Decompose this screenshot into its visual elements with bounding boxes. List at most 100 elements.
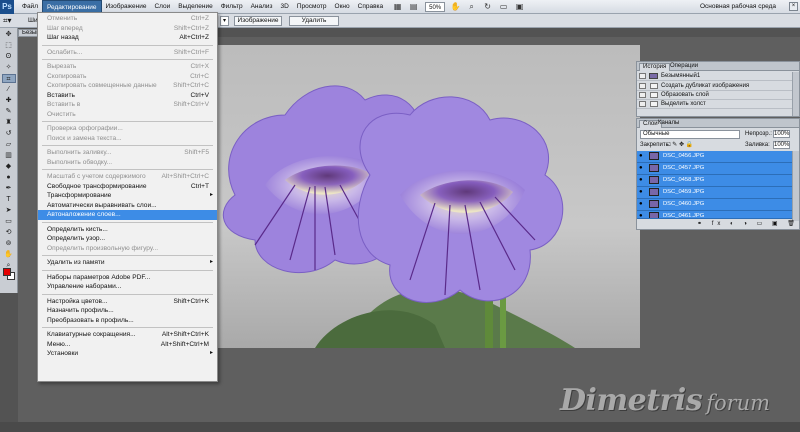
blend-mode-select[interactable]: Обычные: [640, 130, 740, 139]
edit-menu-item[interactable]: Свободное трансформирование Ctrl+T: [38, 182, 217, 192]
history-snapshot[interactable]: Безымянный1: [637, 72, 799, 81]
document-photo[interactable]: [195, 45, 640, 348]
edit-menu-item[interactable]: Скопировать Ctrl+C: [38, 72, 217, 82]
history-brush-tool-icon[interactable]: ↺: [2, 129, 16, 138]
history-state[interactable]: Создать дубликат изображения: [637, 82, 799, 91]
clone-stamp-tool-icon[interactable]: ♜: [2, 118, 16, 127]
3d-rotate-tool-icon[interactable]: ⟲: [2, 228, 16, 237]
clear-button[interactable]: Удалить: [289, 16, 339, 26]
edit-menu-item[interactable]: Очистить: [38, 110, 217, 120]
menu-analysis[interactable]: Анализ: [247, 0, 277, 14]
close-window-icon[interactable]: ×: [789, 2, 798, 11]
healing-brush-tool-icon[interactable]: ✚: [2, 96, 16, 105]
edit-menu-item[interactable]: Масштаб с учетом содержимого Alt+Shift+Ct…: [38, 172, 217, 182]
eye-icon[interactable]: ●: [639, 201, 645, 207]
edit-menu-item[interactable]: Определить узор...: [38, 234, 217, 244]
lasso-tool-icon[interactable]: ʘ: [2, 52, 16, 61]
menu-window[interactable]: Окно: [331, 0, 354, 14]
crop-tool-icon[interactable]: ⌗: [1, 74, 16, 83]
bridge-icon[interactable]: ▦: [392, 2, 403, 12]
history-state[interactable]: Выделить холст: [637, 100, 799, 109]
edit-menu-item[interactable]: Проверка орфографии...: [38, 124, 217, 134]
gradient-tool-icon[interactable]: ▥: [2, 151, 16, 160]
history-state-checkbox[interactable]: [639, 83, 646, 89]
opacity-input[interactable]: 100%: [773, 130, 790, 138]
eye-icon[interactable]: ●: [639, 153, 645, 159]
history-state-checkbox[interactable]: [639, 92, 646, 98]
edit-menu-item[interactable]: Вставить в Shift+Ctrl+V: [38, 100, 217, 110]
layer-row[interactable]: ● DSC_0456.JPG: [637, 151, 795, 163]
menu-help[interactable]: Справка: [354, 0, 388, 14]
zoom-level-select[interactable]: 50%: [425, 1, 446, 12]
layer-row[interactable]: ● DSC_0459.JPG: [637, 187, 795, 199]
blur-tool-icon[interactable]: ◆: [2, 162, 16, 171]
layer-row[interactable]: ● DSC_0460.JPG: [637, 199, 795, 211]
edit-menu-item[interactable]: Шаг вперед Shift+Ctrl+Z: [38, 24, 217, 34]
edit-menu-item[interactable]: Трансформирование ▸: [38, 191, 217, 201]
edit-menu-item[interactable]: Отменить Ctrl+Z: [38, 14, 217, 24]
menu-view[interactable]: Просмотр: [293, 0, 331, 14]
path-selection-tool-icon[interactable]: ➤: [2, 206, 16, 215]
screen-mode-icon[interactable]: ▣: [514, 2, 525, 12]
layer-row[interactable]: ● DSC_0458.JPG: [637, 175, 795, 187]
marquee-tool-icon[interactable]: ⬚: [2, 41, 16, 50]
edit-menu-item[interactable]: Скопировать совмещенные данные Shift+Ctrl…: [38, 81, 217, 91]
layer-actions-icons[interactable]: ⚭ fx ◐ ◑ ▭ ▣ 🗑: [697, 221, 799, 228]
magic-wand-tool-icon[interactable]: ✧: [2, 63, 16, 72]
eyedropper-tool-icon[interactable]: ⁄: [2, 85, 16, 94]
front-image-button[interactable]: Изображение: [234, 16, 282, 26]
edit-menu-item[interactable]: Вставить Ctrl+V: [38, 91, 217, 101]
eye-icon[interactable]: ●: [639, 165, 645, 171]
arrange-documents-icon[interactable]: ▭: [498, 2, 509, 12]
fill-input[interactable]: 100%: [773, 141, 790, 149]
edit-menu-item[interactable]: Установки ▸: [38, 349, 217, 359]
edit-menu-item[interactable]: Поиск и замена текста...: [38, 134, 217, 144]
edit-menu-item[interactable]: Меню... Alt+Shift+Ctrl+M: [38, 340, 217, 350]
eye-icon[interactable]: ●: [639, 189, 645, 195]
edit-menu-item[interactable]: Назначить профиль...: [38, 306, 217, 316]
menu-filter[interactable]: Фильтр: [217, 0, 247, 14]
edit-menu-item[interactable]: Ослабить... Shift+Ctrl+F: [38, 48, 217, 58]
menu-3d[interactable]: 3D: [277, 0, 293, 14]
tab-channels[interactable]: Каналы: [655, 120, 682, 128]
layer-row[interactable]: ● DSC_0457.JPG: [637, 163, 795, 175]
hand-tool-icon[interactable]: ✋: [2, 250, 16, 259]
move-tool-icon[interactable]: ✥: [2, 30, 16, 39]
type-tool-icon[interactable]: T: [2, 195, 16, 204]
dodge-tool-icon[interactable]: ●: [2, 173, 16, 182]
rotate-view-icon[interactable]: ↻: [482, 2, 493, 12]
edit-menu-item[interactable]: Шаг назад Alt+Ctrl+Z: [38, 33, 217, 43]
zoom-tool-icon[interactable]: ⌕: [466, 2, 477, 12]
history-state-checkbox[interactable]: [639, 101, 646, 107]
eraser-tool-icon[interactable]: ▱: [2, 140, 16, 149]
edit-menu-item[interactable]: Настройка цветов... Shift+Ctrl+K: [38, 297, 217, 307]
edit-menu-item[interactable]: Выполнить обводку...: [38, 158, 217, 168]
layers-scrollbar[interactable]: [792, 151, 799, 221]
edit-menu-item[interactable]: Преобразовать в профиль...: [38, 316, 217, 326]
edit-menu-item[interactable]: Определить кисть...: [38, 225, 217, 235]
history-state[interactable]: Образовать слой: [637, 91, 799, 100]
edit-menu-item[interactable]: Выполнить заливку... Shift+F5: [38, 148, 217, 158]
history-scrollbar[interactable]: [792, 72, 799, 116]
edit-menu-item[interactable]: Удалить из памяти ▸: [38, 258, 217, 268]
eye-icon[interactable]: ●: [639, 177, 645, 183]
lock-icons[interactable]: □ ✎ ✥ 🔒: [667, 142, 693, 149]
edit-menu-item[interactable]: Автоматически выравнивать слои...: [38, 201, 217, 211]
snapshot-checkbox[interactable]: [639, 73, 646, 79]
shape-tool-icon[interactable]: ▭: [2, 217, 16, 226]
edit-menu-item[interactable]: Автоналожение слоев...: [38, 210, 217, 220]
edit-menu-item[interactable]: Определить произвольную фигуру...: [38, 244, 217, 254]
tab-history[interactable]: История: [639, 63, 671, 71]
workspace-switcher[interactable]: Основная рабочая среда: [700, 2, 786, 12]
tab-actions[interactable]: Операции: [667, 63, 701, 71]
edit-menu-item[interactable]: Клавиатурные сокращения... Alt+Shift+Ctrl…: [38, 330, 217, 340]
hand-tool-icon[interactable]: ✋: [450, 2, 461, 12]
3d-orbit-tool-icon[interactable]: ⊚: [2, 239, 16, 248]
mini-bridge-icon[interactable]: ▤: [408, 2, 419, 12]
brush-tool-icon[interactable]: ✎: [2, 107, 16, 116]
eye-icon[interactable]: ●: [639, 213, 645, 218]
pen-tool-icon[interactable]: ✒: [2, 184, 16, 193]
foreground-color-swatch[interactable]: [3, 268, 11, 276]
edit-menu-item[interactable]: Наборы параметров Adobe PDF...: [38, 273, 217, 283]
edit-menu-item[interactable]: Вырезать Ctrl+X: [38, 62, 217, 72]
